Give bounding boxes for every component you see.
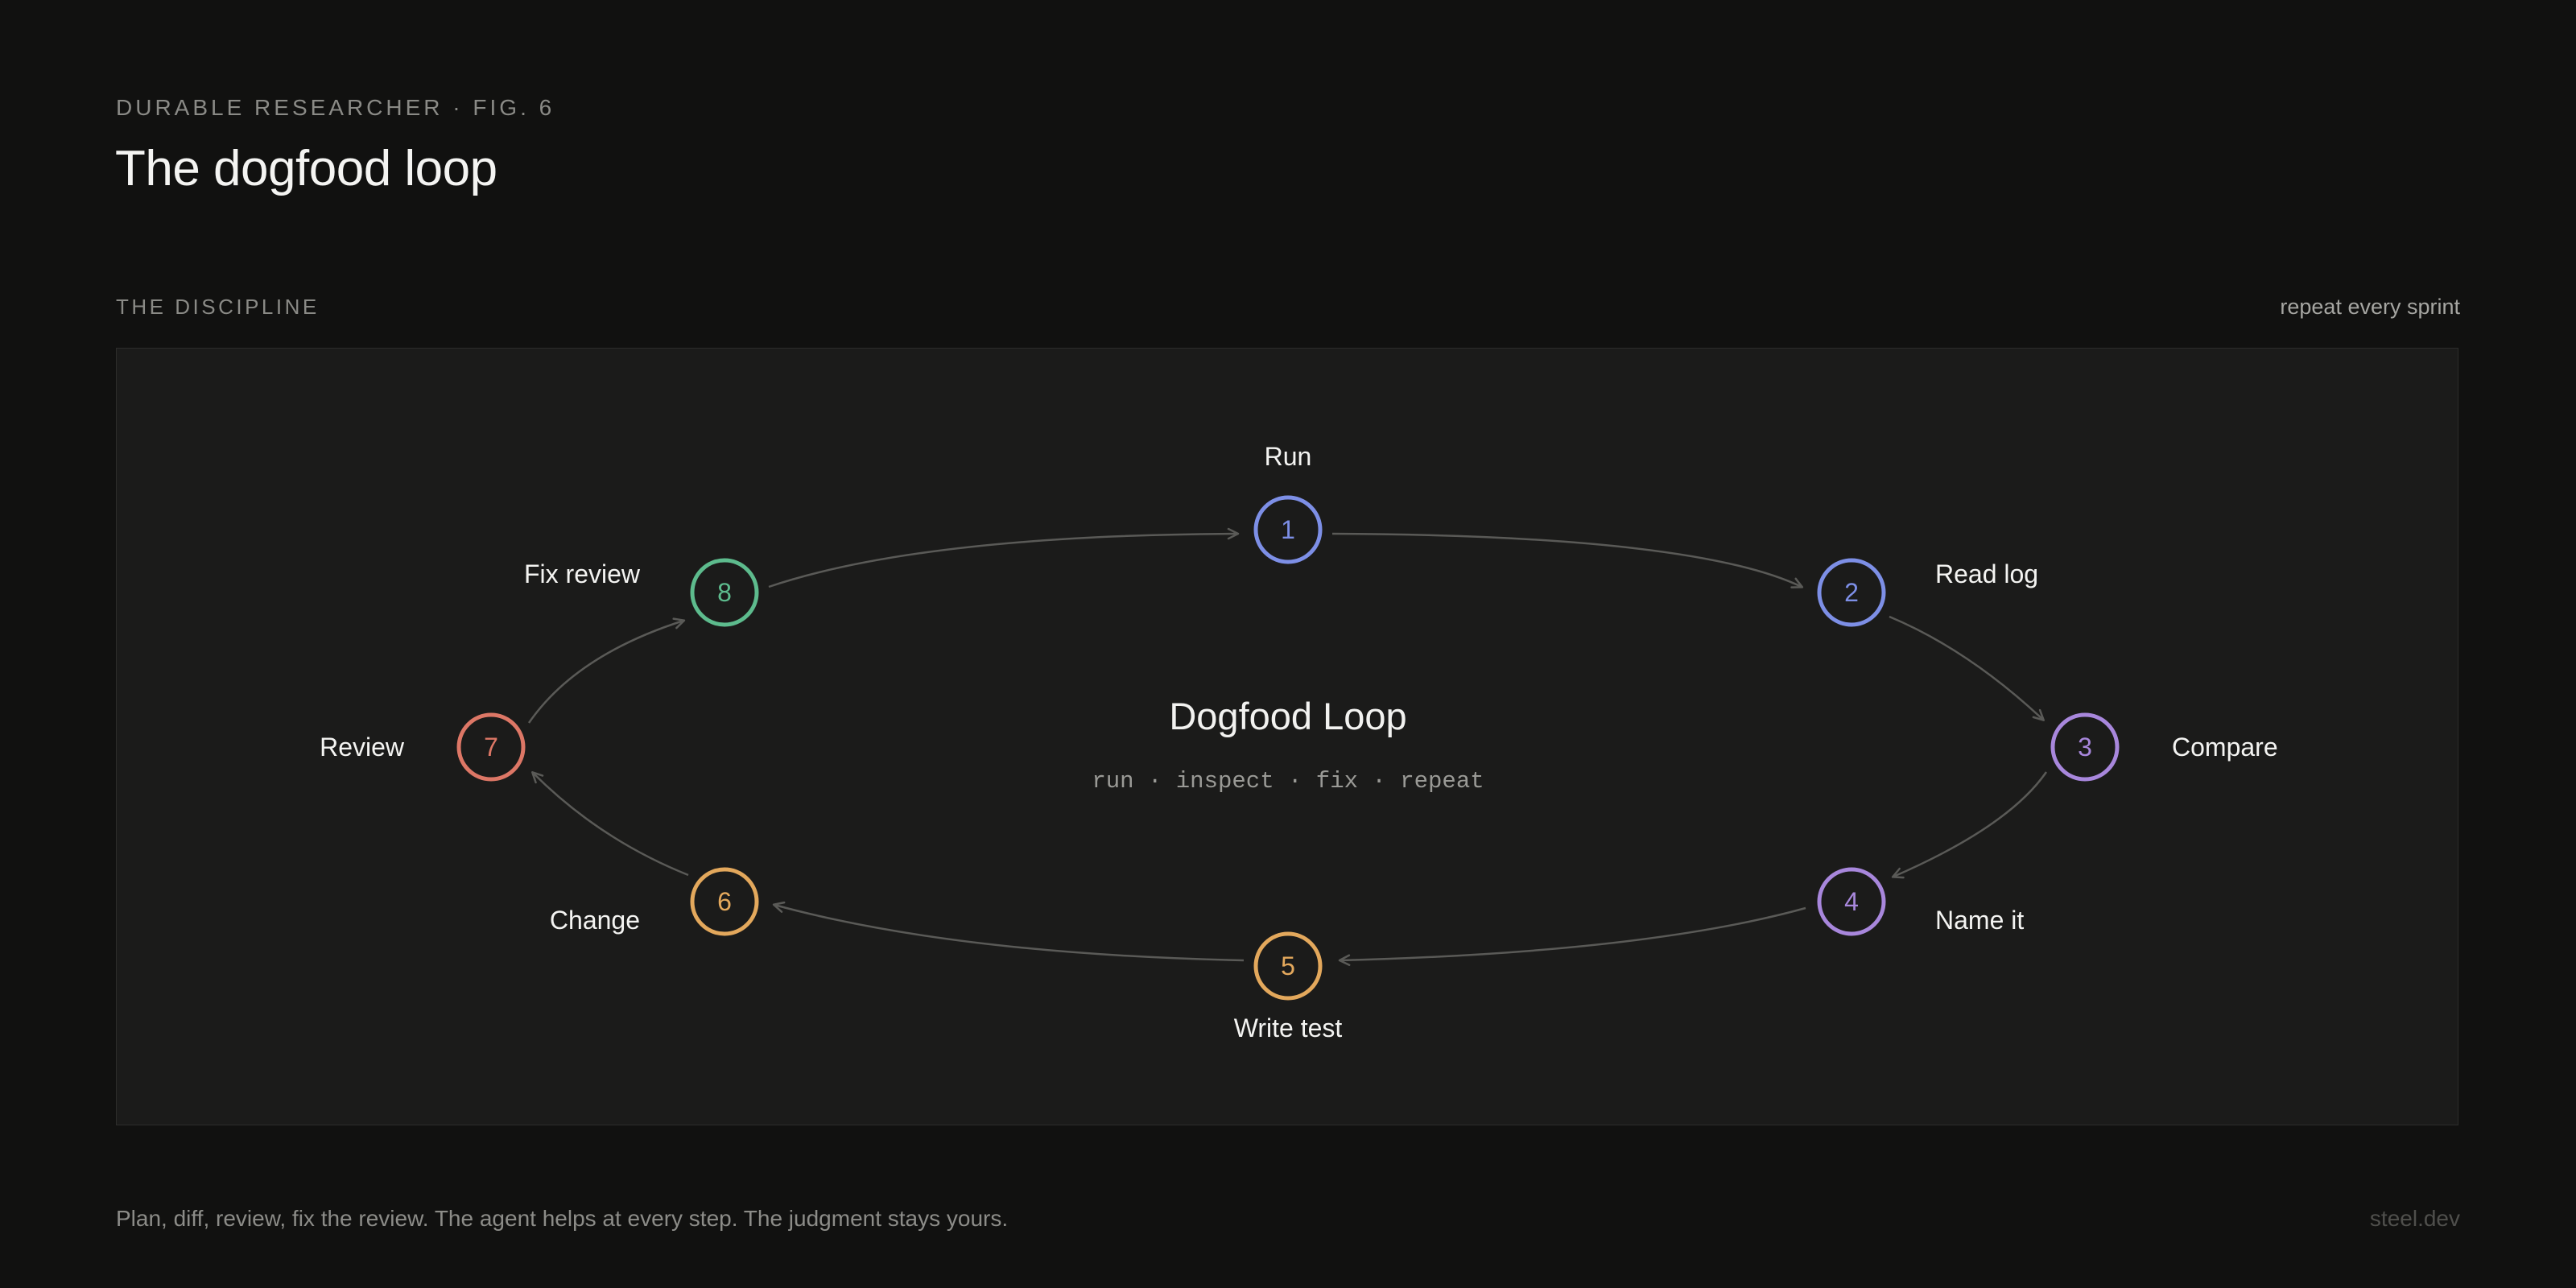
loop-arrow-2-to-3 (1889, 615, 2045, 721)
loop-nodes: 1 Run 2 Read log 3 Compare 4 Name it 5 Write test… (320, 442, 2278, 1042)
step-number: 8 (717, 578, 732, 607)
loop-step-8: 8 Fix review (524, 558, 759, 627)
step-number: 7 (484, 733, 498, 762)
step-number: 1 (1281, 515, 1295, 544)
loop-arrow-3-to-4 (1891, 771, 2048, 879)
loop-arrow-5-to-6 (772, 901, 1245, 962)
step-number: 3 (2078, 733, 2092, 762)
loop-arrow-1-to-2 (1331, 532, 1804, 588)
loop-arrow-7-to-8 (527, 617, 686, 724)
step-number: 5 (1281, 952, 1295, 980)
loop-step-6: 6 Change (550, 867, 759, 936)
step-label: Change (550, 906, 640, 935)
section-note: repeat every sprint (2280, 295, 2460, 319)
loop-step-3: 3 Compare (2050, 712, 2278, 782)
page-title: The dogfood loop (115, 141, 497, 196)
loop-step-5: 5 Write test (1234, 931, 1343, 1042)
loop-step-2: 2 Read log (1817, 558, 2038, 627)
step-number: 6 (717, 887, 732, 916)
center-title: Dogfood Loop (1169, 695, 1406, 737)
step-number: 4 (1844, 887, 1859, 916)
step-label: Review (320, 733, 405, 762)
center-subtitle: run · inspect · fix · repeat (1092, 768, 1484, 795)
loop-step-1: 1 Run (1253, 442, 1323, 564)
loop-arrow-6-to-7 (531, 771, 689, 877)
step-label: Name it (1935, 906, 2024, 935)
loop-step-7: 7 Review (320, 712, 526, 782)
loop-step-4: 4 Name it (1817, 867, 2024, 936)
section-label: THE DISCIPLINE (116, 295, 320, 319)
step-label: Compare (2172, 733, 2278, 762)
step-number: 2 (1844, 578, 1859, 607)
loop-diagram: 1 Run 2 Read log 3 Compare 4 Name it 5 Write test… (320, 442, 2278, 1042)
footer-caption: Plan, diff, review, fix the review. The … (116, 1206, 1009, 1231)
diagram-panel: 1 Run 2 Read log 3 Compare 4 Name it 5 Write test… (116, 348, 2458, 1125)
step-label: Run (1265, 442, 1312, 471)
step-label: Read log (1935, 559, 2038, 588)
figure-eyebrow: DURABLE RESEARCHER · FIG. 6 (116, 95, 555, 120)
footer-brand: steel.dev (2369, 1206, 2460, 1231)
loop-arrow-8-to-1 (768, 527, 1240, 588)
step-label: Write test (1234, 1013, 1343, 1042)
loop-arrow-4-to-5 (1338, 906, 1806, 966)
step-label: Fix review (524, 559, 641, 588)
